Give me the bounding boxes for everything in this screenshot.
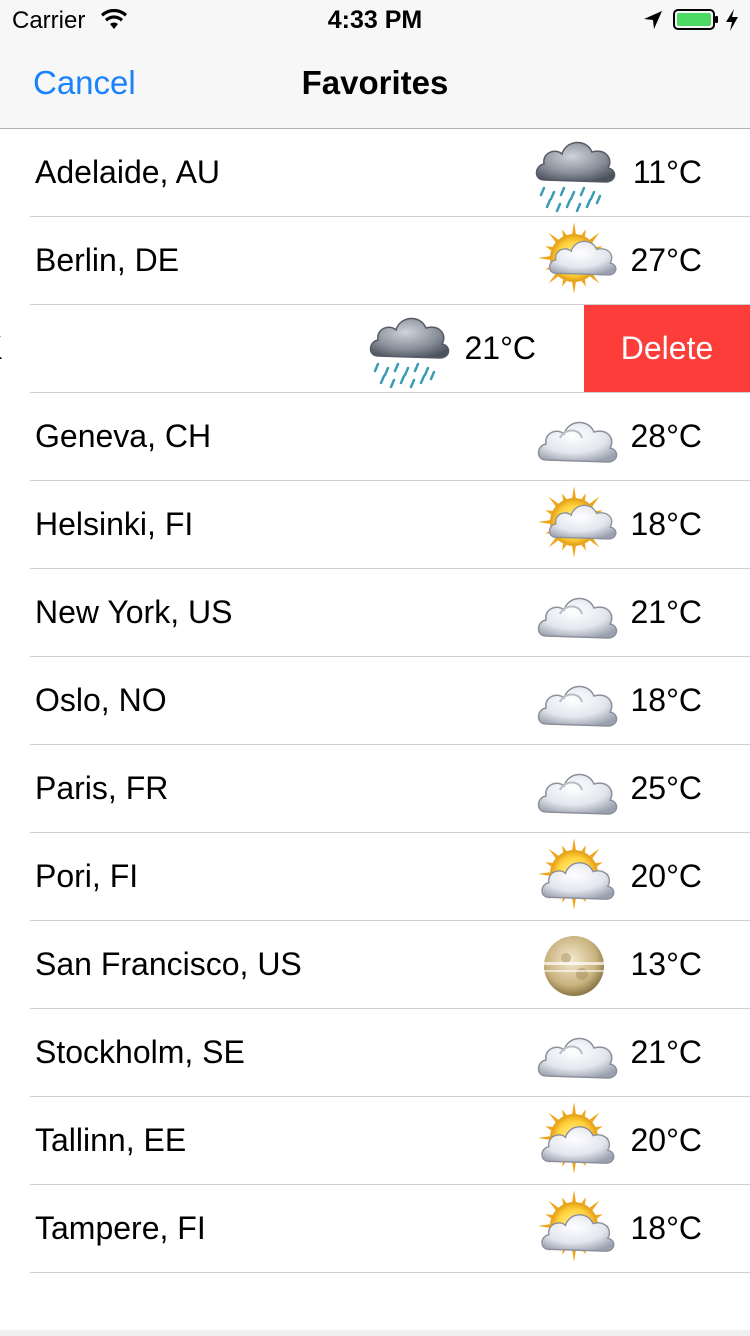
list-item[interactable]: Helsinki, FI 18°C: [0, 481, 750, 569]
cloud-icon: [530, 574, 618, 652]
rain-cloud-icon: [364, 310, 452, 389]
list-item[interactable]: Pori, FI 20°C: [0, 833, 750, 921]
status-bar: Carrier 4:33 PM: [0, 0, 750, 40]
sun-behind-cloud-icon: [530, 1190, 618, 1268]
temperature: 28°C: [630, 418, 703, 454]
bottom-divider: [0, 1330, 750, 1336]
temperature: 21°C: [464, 330, 537, 366]
location-arrow-icon: [644, 11, 662, 29]
sun-cloud-icon: [530, 222, 618, 300]
temperature: 25°C: [630, 770, 703, 806]
temperature: 27°C: [630, 242, 703, 278]
city-name: Pori, FI: [35, 858, 139, 894]
charging-bolt-icon: [726, 9, 738, 31]
cloud-icon: [530, 398, 618, 476]
list-item[interactable]: San Francisco, US 13°C: [0, 921, 750, 1009]
list-item-content[interactable]: Adelaide, AU 11°C: [0, 129, 750, 216]
delete-button[interactable]: Delete: [584, 305, 750, 392]
city-name: Helsinki, FI: [35, 506, 194, 542]
list-item[interactable]: Stockholm, SE 21°C: [0, 1009, 750, 1097]
list-item-content[interactable]: Pori, FI 20°C: [0, 833, 750, 920]
list-item-content[interactable]: New York, US 21°C: [0, 569, 750, 656]
hazy-moon-icon: [530, 926, 618, 1004]
temperature: 20°C: [630, 858, 703, 894]
page-title: Favorites: [301, 64, 449, 101]
city-name: agen, DK: [0, 330, 2, 367]
list-item[interactable]: Tampere, FI 18°C: [0, 1185, 750, 1273]
city-name: Paris, FR: [35, 770, 169, 806]
list-item[interactable]: Berlin, DE 27°C: [0, 217, 750, 305]
list-item-content[interactable]: Geneva, CH 28°C: [0, 393, 750, 480]
cloud-icon: [530, 662, 618, 740]
list-item-content[interactable]: Berlin, DE 27°C: [0, 217, 750, 304]
list-item[interactable]: New York, US 21°C: [0, 569, 750, 657]
list-item-content[interactable]: Tampere, FI 18°C: [0, 1185, 750, 1272]
city-name: Oslo, NO: [35, 682, 167, 718]
battery-charging-icon: [673, 9, 718, 30]
status-time: 4:33 PM: [327, 6, 423, 34]
list-item-content[interactable]: Tallinn, EE 20°C: [0, 1097, 750, 1184]
list-item[interactable]: Adelaide, AU 11°C: [0, 129, 750, 217]
cloud-icon: [530, 1014, 618, 1092]
temperature: 11°C: [632, 154, 702, 190]
list-item-content[interactable]: agen, DK 21°C: [0, 305, 584, 392]
list-item-content[interactable]: Paris, FR 25°C: [0, 745, 750, 832]
list-item-content[interactable]: Oslo, NO 18°C: [0, 657, 750, 744]
navigation-bar: Cancel Favorites: [0, 40, 750, 129]
city-name: Berlin, DE: [35, 242, 180, 278]
cloud-icon: [530, 750, 618, 828]
city-name: New York, US: [35, 594, 233, 630]
list-item[interactable]: agen, DK 21°C Delete: [0, 305, 750, 393]
city-name: San Francisco, US: [35, 946, 302, 982]
list-item[interactable]: Paris, FR 25°C: [0, 745, 750, 833]
list-item-content[interactable]: San Francisco, US 13°C: [0, 921, 750, 1008]
city-name: Tallinn, EE: [35, 1122, 187, 1158]
list-item[interactable]: Oslo, NO 18°C: [0, 657, 750, 745]
temperature: 18°C: [630, 1210, 703, 1246]
city-name: Geneva, CH: [35, 418, 212, 454]
temperature: 13°C: [630, 946, 703, 982]
temperature: 18°C: [630, 506, 703, 542]
list-item[interactable]: Tallinn, EE 20°C: [0, 1097, 750, 1185]
city-name: Tampere, FI: [35, 1210, 206, 1246]
temperature: 21°C: [630, 594, 703, 630]
city-name: Adelaide, AU: [35, 154, 221, 190]
list-item-content[interactable]: Stockholm, SE 21°C: [0, 1009, 750, 1096]
sun-behind-cloud-icon: [530, 838, 618, 916]
favorites-list: Adelaide, AU 11°C Berlin, DE 27°C agen, DK 21…: [0, 129, 750, 1273]
sun-cloud-icon: [530, 486, 618, 564]
rain-cloud-icon: [530, 134, 618, 213]
temperature: 21°C: [630, 1034, 703, 1070]
temperature: 20°C: [630, 1122, 703, 1158]
temperature: 18°C: [630, 682, 703, 718]
list-item[interactable]: Geneva, CH 28°C: [0, 393, 750, 481]
city-name: Stockholm, SE: [35, 1034, 245, 1070]
list-item-content[interactable]: Helsinki, FI 18°C: [0, 481, 750, 568]
sun-behind-cloud-icon: [530, 1102, 618, 1180]
